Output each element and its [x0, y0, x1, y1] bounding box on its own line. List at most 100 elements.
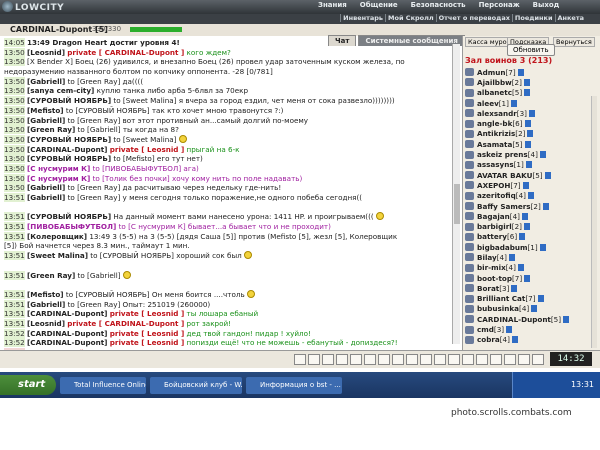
roster-entry[interactable]: cmd [3]	[465, 324, 593, 334]
player-name[interactable]: boot-top	[477, 274, 512, 283]
player-name[interactable]: Borat	[477, 284, 499, 293]
chat-author[interactable]: [sanya cem-city]	[27, 86, 94, 95]
chat-scrollbar[interactable]	[452, 44, 460, 344]
player-name[interactable]: albanetc	[477, 88, 512, 97]
toolbar-icon[interactable]	[336, 354, 348, 365]
toolbar-icon[interactable]	[504, 354, 516, 365]
info-icon[interactable]	[524, 140, 531, 148]
info-icon[interactable]	[523, 78, 530, 86]
info-icon[interactable]	[525, 161, 532, 169]
roster-entry[interactable]: azeritofiq [4]	[465, 191, 593, 201]
player-name[interactable]: assasyns	[477, 160, 514, 169]
roster-entry[interactable]: AVATAR BAKU [5]	[465, 170, 593, 180]
roster-entry[interactable]: alexsandr [3]	[465, 108, 593, 118]
roster-entry[interactable]: Baffy Samers [2]	[465, 201, 593, 211]
roster-entry[interactable]: CARDINAL-Dupont [5]	[465, 314, 593, 324]
chat-author[interactable]: [СУРОВЫЙ НОЯБРЬ]	[27, 212, 111, 221]
toolbar-icon[interactable]	[518, 354, 530, 365]
roster-scrollbar[interactable]	[591, 96, 597, 348]
roster-entry[interactable]: cobra [4]	[465, 335, 593, 345]
player-name[interactable]: Brilliant Cat	[477, 294, 525, 303]
info-icon[interactable]	[511, 284, 518, 292]
roster-entry[interactable]: bigbadabum [1]	[465, 242, 593, 252]
info-icon[interactable]	[539, 243, 546, 251]
player-name[interactable]: AXEPOH	[477, 181, 510, 190]
info-icon[interactable]	[524, 274, 531, 282]
toolbar-icon[interactable]	[476, 354, 488, 365]
sub-menu-item[interactable]: Мой Скролл	[385, 14, 436, 22]
info-icon[interactable]	[539, 151, 546, 159]
toolbar-icon[interactable]	[490, 354, 502, 365]
sub-menu-item[interactable]: Анкета	[554, 14, 587, 22]
return-button[interactable]: Вернуться	[553, 37, 595, 47]
chat-author[interactable]: [CARDINAL-Dupont]	[27, 145, 107, 154]
toolbar-icon[interactable]	[392, 354, 404, 365]
chat-author[interactable]: [Gabriell]	[27, 77, 65, 86]
toolbar-icon[interactable]	[322, 354, 334, 365]
info-icon[interactable]	[506, 326, 513, 334]
roster-entry[interactable]: Borat [3]	[465, 283, 593, 293]
roster-entry[interactable]: assasyns [1]	[465, 160, 593, 170]
player-name[interactable]: Ajailbbw	[477, 78, 512, 87]
roster-entry[interactable]: Antikrizis [2]	[465, 129, 593, 139]
player-name[interactable]: Admun	[477, 68, 505, 77]
roster-entry[interactable]: angle-bk [6]	[465, 118, 593, 128]
top-menu-item[interactable]: Знания	[318, 1, 347, 9]
info-icon[interactable]	[524, 120, 531, 128]
chat-author[interactable]: [Колеровщик]	[27, 232, 87, 241]
chat-author[interactable]: [Sweet Malina]	[27, 251, 88, 260]
toolbar-icon[interactable]	[406, 354, 418, 365]
chat-author[interactable]: [С нусмурим К]	[27, 174, 90, 183]
player-name[interactable]: Baffy Samers	[477, 202, 531, 211]
chat-author[interactable]: [Leosnid]	[27, 48, 65, 57]
info-icon[interactable]	[531, 305, 538, 313]
chat-author[interactable]: [Green Ray]	[27, 271, 75, 280]
info-icon[interactable]	[522, 181, 529, 189]
chat-author[interactable]: [СУРОВЫЙ НОЯБРЬ]	[27, 154, 111, 163]
chat-author[interactable]: [С нусмурим К]	[27, 164, 90, 173]
sub-menu-item[interactable]: Инвентарь	[340, 14, 385, 22]
info-icon[interactable]	[517, 68, 524, 76]
info-icon[interactable]	[523, 223, 530, 231]
toolbar-icon[interactable]	[462, 354, 474, 365]
toolbar-icon[interactable]	[378, 354, 390, 365]
roster-entry[interactable]: albanetc [5]	[465, 88, 593, 98]
toolbar-icon[interactable]	[364, 354, 376, 365]
chat-author[interactable]: [CARDINAL-Dupont]	[27, 329, 107, 338]
info-icon[interactable]	[517, 264, 524, 272]
roster-entry[interactable]: Admun [7]	[465, 67, 593, 77]
roster-entry[interactable]: bubusinka [4]	[465, 304, 593, 314]
top-menu-item[interactable]: Персонаж	[479, 1, 520, 9]
chat-author[interactable]: [СУРОВЫЙ НОЯБРЬ]	[27, 135, 111, 144]
chat-author[interactable]: [СУРОВЫЙ НОЯБРЬ]	[27, 96, 111, 105]
player-name[interactable]: cobra	[477, 335, 500, 344]
roster-entry[interactable]: barbigirl [2]	[465, 221, 593, 231]
player-name[interactable]: bigbadabum	[477, 243, 528, 252]
sub-menu-item[interactable]: Поединки	[511, 14, 555, 22]
roster-entry[interactable]: askeiz prens [4]	[465, 149, 593, 159]
scroll-thumb[interactable]	[454, 184, 460, 224]
chat-author[interactable]: [Gabriell]	[27, 300, 65, 309]
info-icon[interactable]	[544, 171, 551, 179]
player-name[interactable]: Antikrizis	[477, 129, 515, 138]
player-name[interactable]: alexsandr	[477, 109, 517, 118]
player-name[interactable]: AVATAR BAKU	[477, 171, 532, 180]
chat-author[interactable]: [CARDINAL-Dupont]	[27, 338, 107, 347]
roster-entry[interactable]: Ajailbbw [2]	[465, 77, 593, 87]
roster-entry[interactable]: Bilay [4]	[465, 252, 593, 262]
player-name[interactable]: angle-bk	[477, 119, 512, 128]
info-icon[interactable]	[511, 336, 518, 344]
player-name[interactable]: bir-mix	[477, 263, 506, 272]
player-name[interactable]: aleev	[477, 99, 499, 108]
info-icon[interactable]	[519, 233, 526, 241]
toolbar-icon[interactable]	[420, 354, 432, 365]
top-menu-item[interactable]: Безопасность	[411, 1, 466, 9]
sub-menu-item[interactable]: Отчет о переводах	[435, 14, 512, 22]
player-name[interactable]: Bilay	[477, 253, 497, 262]
chat-author[interactable]: [CARDINAL-Dupont]	[27, 309, 107, 318]
player-name[interactable]: azeritofiq	[477, 191, 516, 200]
roster-entry[interactable]: Brilliant Cat [7]	[465, 294, 593, 304]
toolbar-icon[interactable]	[350, 354, 362, 365]
roster-entry[interactable]: bir-mix [4]	[465, 263, 593, 273]
info-icon[interactable]	[528, 109, 535, 117]
